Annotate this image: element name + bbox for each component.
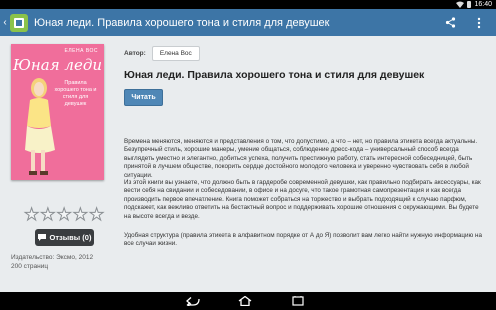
wifi-icon [456,1,465,8]
status-bar: 16:40 [0,0,496,9]
overflow-menu-button[interactable] [472,16,486,30]
status-icons: 16:40 [456,0,492,9]
back-icon [186,296,200,306]
status-time: 16:40 [474,1,492,8]
share-icon [445,17,455,28]
recents-icon [292,296,304,306]
comment-icon [37,234,46,241]
nav-recents-button[interactable] [283,292,313,310]
reviews-button[interactable]: Отзывы (0) [35,229,94,246]
star-icon[interactable]: ★ [88,206,104,224]
star-icon[interactable]: ★ [72,206,88,224]
publication-info: Издательство: Эксмо, 2012 200 страниц [11,253,93,271]
share-button[interactable] [443,16,457,30]
description-paragraph-3: Удобная структура (правила этикета в алф… [124,232,482,248]
overflow-menu-icon [477,17,481,28]
description-paragraph-2: Из этой книги вы узнаете, что должно быт… [124,179,481,220]
author-label: Автор: [124,50,146,57]
author-row: Автор: Елена Вос [124,46,200,61]
description-paragraph-1: Времена меняются, меняются и представлен… [124,138,478,179]
nav-home-button[interactable] [230,292,260,310]
pages-text: 200 страниц [11,263,49,270]
home-icon [238,296,252,306]
cover-title: Юная леди [12,56,103,74]
action-bar-title: Юная леди. Правила хорошего тона и стиля… [34,16,330,29]
publisher-text: Издательство: Эксмо, 2012 [11,254,94,261]
reviews-label: Отзывы (0) [49,233,92,242]
star-icon[interactable]: ★ [56,206,72,224]
star-icon[interactable]: ★ [23,206,39,224]
cover-author: ЕЛЕНА ВОС [64,48,98,54]
read-button[interactable]: Читать [124,89,163,106]
book-title: Юная леди. Правила хорошего тона и стиля… [124,69,425,81]
up-navigation-icon[interactable]: ‹ [1,9,9,36]
book-details-page: ЕЛЕНА ВОС Юная леди Правила хорошего тон… [0,36,496,292]
battery-icon [467,1,472,8]
action-bar: ‹ Юная леди. Правила хорошего тона и сти… [0,9,496,36]
system-navigation-bar [0,292,496,310]
cover-subtitle: Правила хорошего тона и стиля для девуше… [54,80,97,107]
book-cover[interactable]: ЕЛЕНА ВОС Юная леди Правила хорошего тон… [11,44,104,180]
nav-back-button[interactable] [178,292,208,310]
rating-stars[interactable]: ★ ★ ★ ★ ★ [23,206,104,224]
books-app-icon[interactable] [10,13,28,32]
star-icon[interactable]: ★ [40,206,56,224]
action-bar-actions [443,9,486,36]
author-name-button[interactable]: Елена Вос [151,46,200,61]
